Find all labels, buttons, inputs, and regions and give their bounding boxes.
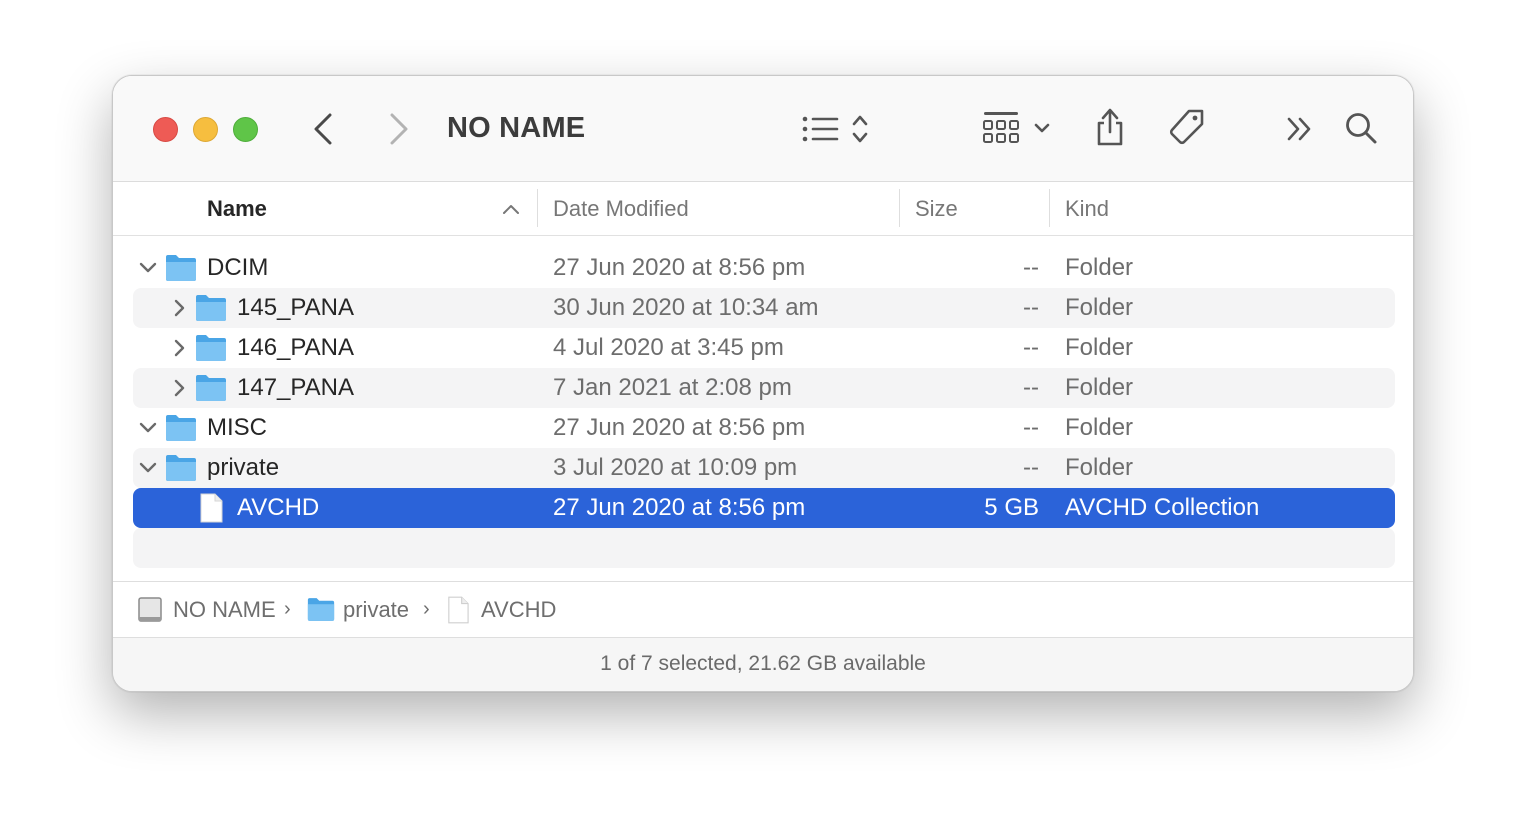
double-chevron-icon[interactable] <box>1285 116 1315 142</box>
column-name[interactable]: Name <box>207 196 267 222</box>
zoom-button[interactable] <box>233 117 258 142</box>
chevron-right-icon[interactable] <box>169 337 191 359</box>
table-row[interactable]: 146_PANA 4 Jul 2020 at 3:45 pm -- Folder <box>133 328 1395 368</box>
chevron-down-icon[interactable] <box>137 417 159 439</box>
table-row[interactable]: DCIM 27 Jun 2020 at 8:56 pm -- Folder <box>133 248 1395 288</box>
document-icon[interactable] <box>447 596 469 624</box>
external-drive-icon[interactable] <box>137 596 163 624</box>
row-size: -- <box>1023 294 1039 321</box>
row-kind: Folder <box>1065 334 1134 361</box>
row-name: AVCHD <box>237 494 320 521</box>
toolbar: NO NAME <box>113 76 1413 182</box>
row-date: 27 Jun 2020 at 8:56 pm <box>553 254 806 281</box>
row-size: -- <box>1023 414 1039 441</box>
breadcrumb-separator: › <box>423 598 430 620</box>
row-name: 146_PANA <box>237 334 354 361</box>
row-name: MISC <box>207 414 267 441</box>
chevron-down-icon[interactable] <box>137 257 159 279</box>
window-title: NO NAME <box>447 112 586 144</box>
row-name: 147_PANA <box>237 374 354 401</box>
folder-icon[interactable] <box>307 597 335 622</box>
column-kind[interactable]: Kind <box>1065 196 1109 222</box>
list-view-icon[interactable] <box>801 112 881 146</box>
row-kind: Folder <box>1065 294 1134 321</box>
share-icon[interactable] <box>1093 106 1127 148</box>
table-row[interactable]: 147_PANA 7 Jan 2021 at 2:08 pm -- Folder <box>133 368 1395 408</box>
row-date: 4 Jul 2020 at 3:45 pm <box>553 334 784 361</box>
row-kind: AVCHD Collection <box>1065 494 1260 521</box>
search-icon[interactable] <box>1343 110 1379 146</box>
folder-icon <box>196 375 226 401</box>
row-kind: Folder <box>1065 374 1134 401</box>
status-text: 1 of 7 selected, 21.62 GB available <box>600 652 926 675</box>
folder-icon <box>166 455 196 481</box>
document-icon <box>200 493 223 523</box>
column-separator[interactable] <box>899 189 900 227</box>
column-header: Name Date Modified Size Kind <box>113 183 1413 236</box>
breadcrumb-folder[interactable]: private <box>343 597 409 623</box>
column-separator[interactable] <box>1049 189 1050 227</box>
path-bar: NO NAME › private › AVCHD <box>113 581 1413 638</box>
row-name: 145_PANA <box>237 294 354 321</box>
folder-icon <box>196 335 226 361</box>
chevron-down-icon[interactable] <box>137 457 159 479</box>
chevron-left-icon[interactable] <box>311 112 337 146</box>
row-date: 27 Jun 2020 at 8:56 pm <box>553 414 806 441</box>
breadcrumb-volume[interactable]: NO NAME <box>173 597 276 623</box>
column-separator[interactable] <box>537 189 538 227</box>
chevron-right-icon[interactable] <box>385 112 411 146</box>
empty-row <box>133 528 1395 568</box>
table-row[interactable]: 145_PANA 30 Jun 2020 at 10:34 am -- Fold… <box>133 288 1395 328</box>
row-size: 5 GB <box>984 494 1039 521</box>
folder-icon <box>166 415 196 441</box>
column-size[interactable]: Size <box>915 196 958 222</box>
row-kind: Folder <box>1065 254 1134 281</box>
finder-window: NO NAME Name Date Modified Size Kind DCI… <box>112 75 1414 692</box>
sort-ascending-icon[interactable] <box>501 202 521 216</box>
row-date: 30 Jun 2020 at 10:34 am <box>553 294 819 321</box>
row-size: -- <box>1023 374 1039 401</box>
row-date: 7 Jan 2021 at 2:08 pm <box>553 374 792 401</box>
folder-icon <box>196 295 226 321</box>
close-button[interactable] <box>153 117 178 142</box>
minimize-button[interactable] <box>193 117 218 142</box>
row-size: -- <box>1023 254 1039 281</box>
chevron-right-icon[interactable] <box>169 297 191 319</box>
grid-group-icon[interactable] <box>981 110 1055 146</box>
row-date: 27 Jun 2020 at 8:56 pm <box>553 494 806 521</box>
row-size: -- <box>1023 454 1039 481</box>
status-bar: 1 of 7 selected, 21.62 GB available <box>113 638 1413 691</box>
row-name: DCIM <box>207 254 269 281</box>
row-kind: Folder <box>1065 414 1134 441</box>
table-row[interactable]: private 3 Jul 2020 at 10:09 pm -- Folder <box>133 448 1395 488</box>
row-name: private <box>207 454 280 481</box>
tag-icon[interactable] <box>1167 108 1207 148</box>
table-row-selected[interactable]: AVCHD 27 Jun 2020 at 8:56 pm 5 GB AVCHD … <box>133 488 1395 528</box>
row-date: 3 Jul 2020 at 10:09 pm <box>553 454 798 481</box>
column-date-modified[interactable]: Date Modified <box>553 196 689 222</box>
chevron-right-icon[interactable] <box>169 377 191 399</box>
folder-icon <box>166 255 196 281</box>
row-kind: Folder <box>1065 454 1134 481</box>
breadcrumb-file[interactable]: AVCHD <box>481 597 556 623</box>
table-row[interactable]: MISC 27 Jun 2020 at 8:56 pm -- Folder <box>133 408 1395 448</box>
breadcrumb-separator: › <box>284 598 291 620</box>
row-size: -- <box>1023 334 1039 361</box>
